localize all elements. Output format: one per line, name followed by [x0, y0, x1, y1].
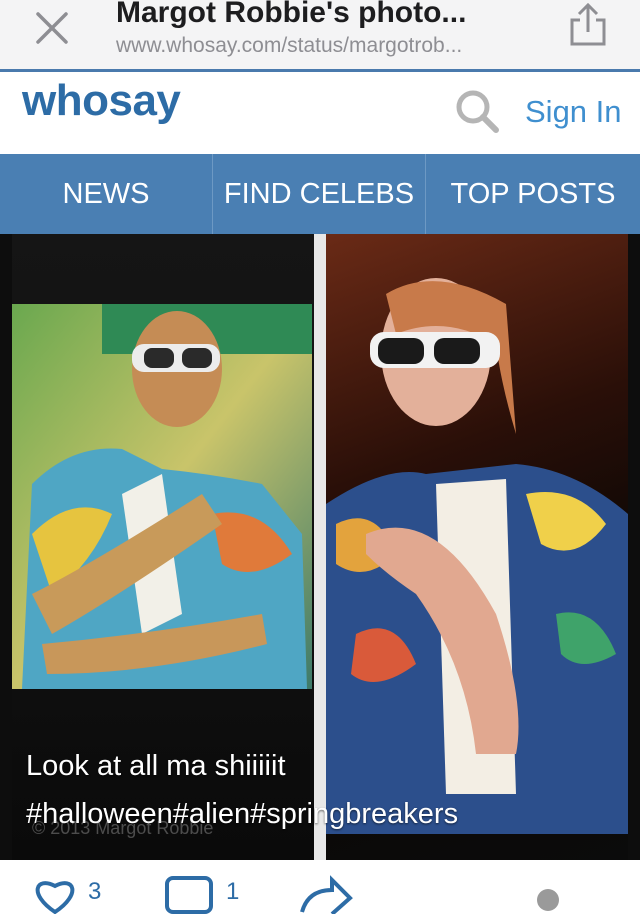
nav-tab-news[interactable]: NEWS: [0, 154, 213, 234]
search-icon[interactable]: [454, 88, 500, 134]
info-icon[interactable]: [536, 888, 560, 912]
post-photo[interactable]: Look at all ma shiiiiit #halloween#alien…: [0, 234, 640, 860]
comment-icon[interactable]: [164, 874, 216, 914]
nav-tab-find-celebs[interactable]: FIND CELEBS: [213, 154, 426, 234]
site-header: whosay Sign In: [0, 72, 640, 154]
caption-text: Look at all ma shiiiiit: [26, 750, 286, 782]
comment-count: 1: [226, 878, 240, 905]
sign-in-link[interactable]: Sign In: [525, 94, 622, 130]
main-nav: NEWS FIND CELEBS TOP POSTS: [0, 154, 640, 234]
post-actions: 3 1: [0, 860, 640, 914]
reshare-icon[interactable]: [298, 874, 354, 914]
page-title: Margot Robbie's photo...: [116, 0, 467, 29]
share-icon[interactable]: [566, 2, 610, 48]
like-count: 3: [88, 878, 102, 905]
nav-tab-top-posts[interactable]: TOP POSTS: [426, 154, 640, 234]
photo-watermark: © 2013 Margot Robbie: [32, 818, 214, 838]
browser-toolbar: Margot Robbie's photo... www.whosay.com/…: [0, 0, 640, 70]
heart-icon[interactable]: [30, 874, 80, 914]
close-icon[interactable]: [30, 6, 74, 50]
url-bar[interactable]: www.whosay.com/status/margotrob...: [116, 34, 462, 58]
whosay-logo[interactable]: whosay: [22, 76, 181, 126]
